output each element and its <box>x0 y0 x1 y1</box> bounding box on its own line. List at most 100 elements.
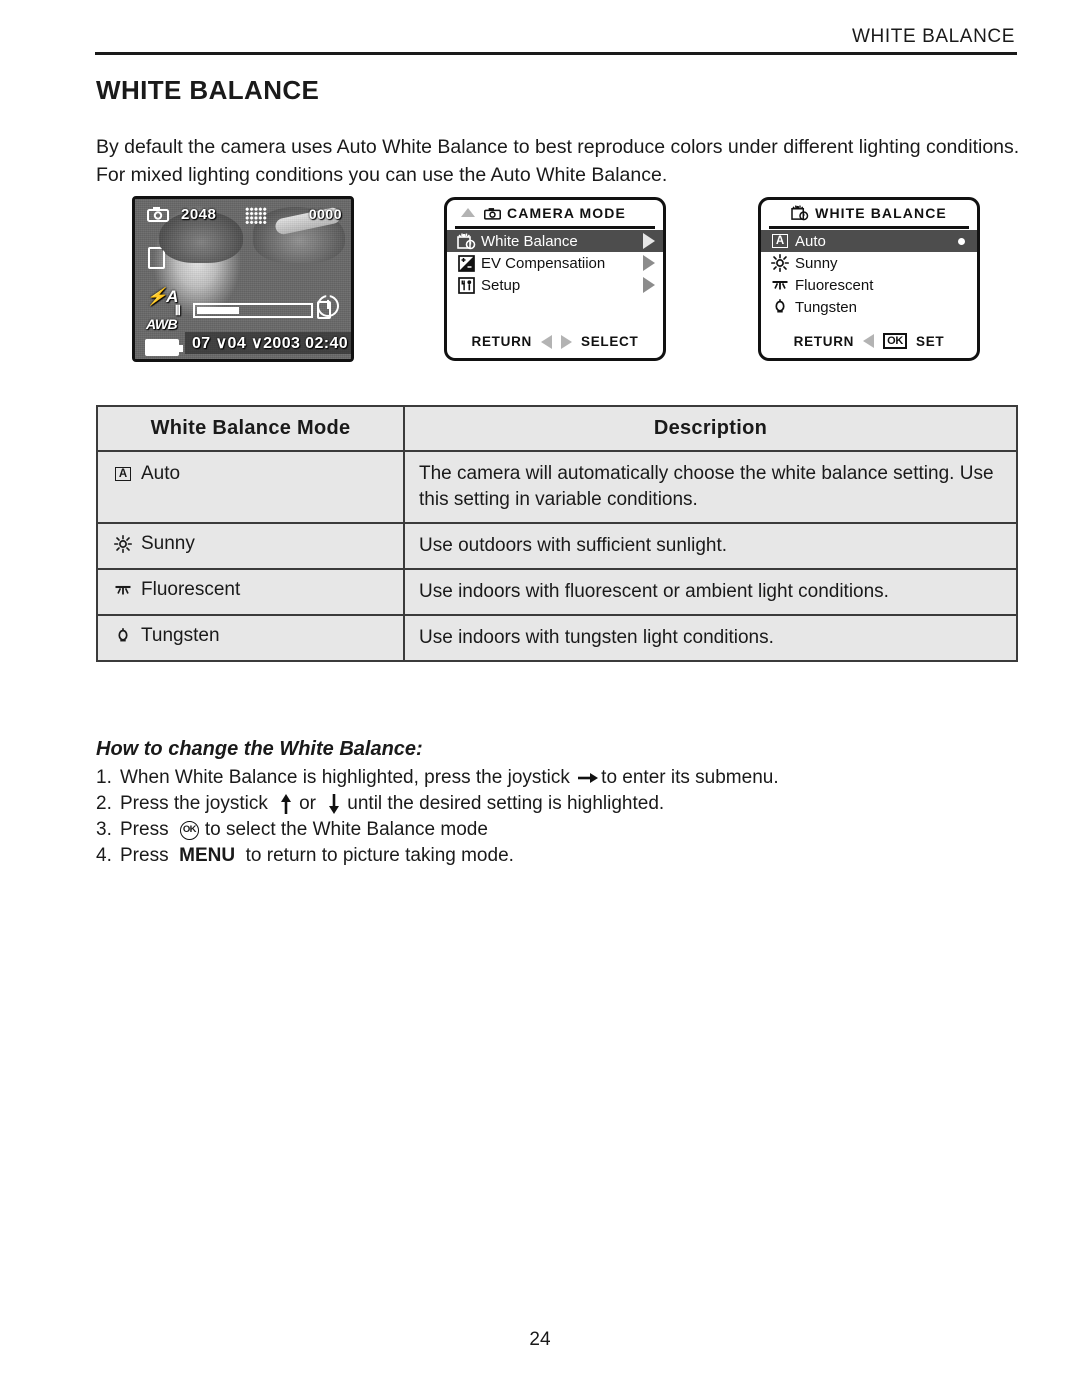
table-header-row: White Balance Mode Description <box>96 405 1018 452</box>
wb-menu-item-tungsten[interactable]: Tungsten <box>761 296 977 318</box>
white-balance-icon <box>791 205 809 221</box>
howto-step-3: 3. Press OK to select the White Balance … <box>96 817 1021 843</box>
step-text-after: to select the White Balance mode <box>204 819 494 840</box>
menu-item-label: White Balance <box>481 232 578 250</box>
camera-mode-menu-footer: RETURN SELECT <box>447 334 663 349</box>
step-text-before: Press <box>120 819 174 840</box>
return-label: RETURN <box>471 334 532 349</box>
ok-button-icon: OK <box>179 820 199 840</box>
menu-item-white-balance[interactable]: White Balance <box>447 230 663 252</box>
auto-a-icon: A <box>769 234 791 248</box>
preview-resolution: 2048 <box>181 206 217 223</box>
set-label: SET <box>916 333 945 349</box>
table-row: Sunny Use outdoors with sufficient sunli… <box>96 522 1018 570</box>
step-text-before: Press the joystick <box>120 793 274 814</box>
white-balance-menu-title: WHITE BALANCE <box>815 205 947 221</box>
ev-compensation-icon <box>455 254 477 272</box>
chevron-right-icon <box>643 277 655 293</box>
table-row: Fluorescent Use indoors with fluorescent… <box>96 568 1018 616</box>
table-cell-description: The camera will automatically choose the… <box>403 450 1018 524</box>
howto-step-2: 2. Press the joystick or until the desir… <box>96 791 1021 817</box>
table-cell-mode: Sunny <box>96 522 405 570</box>
menu-key-label: MENU <box>179 845 241 866</box>
table-header-mode: White Balance Mode <box>96 405 405 452</box>
menu-divider <box>455 226 655 229</box>
white-balance-menu-list: A Auto Sunny Fluorescent Tungsten <box>761 230 977 318</box>
table-cell-description: Use indoors with fluorescent or ambient … <box>403 568 1018 616</box>
menu-item-ev-compensation[interactable]: EV Compensatiion <box>447 252 663 274</box>
table-cell-mode: Tungsten <box>96 614 405 662</box>
flash-auto-icon: ⚡A <box>146 287 178 306</box>
arrow-left-icon <box>540 334 552 349</box>
arrow-up-icon <box>273 794 299 814</box>
page-number: 24 <box>529 1329 551 1350</box>
select-label: SELECT <box>580 334 639 349</box>
white-balance-menu-titlebar: WHITE BALANCE <box>761 200 977 226</box>
menu-divider <box>769 226 969 229</box>
zoom-wide-icon: ⦀ <box>175 303 181 318</box>
menu-item-label: EV Compensatiion <box>481 254 606 272</box>
arrow-right-icon <box>560 334 572 349</box>
menu-item-label: Setup <box>481 276 521 294</box>
camera-mode-menu-list: White Balance EV Compensatiion Setup <box>447 230 663 296</box>
chevron-up-icon <box>461 208 475 217</box>
sunny-icon <box>112 534 134 554</box>
wb-menu-item-auto[interactable]: A Auto <box>761 230 977 252</box>
table-row: Tungsten Use indoors with tungsten light… <box>96 614 1018 662</box>
return-label: RETURN <box>793 333 855 349</box>
ok-badge: OK <box>883 333 907 349</box>
menu-item-setup[interactable]: Setup <box>447 274 663 296</box>
howto-steps: 1. When White Balance is highlighted, pr… <box>96 765 1021 869</box>
zoom-bar <box>193 303 313 318</box>
camera-mode-menu-figure: CAMERA MODE White Balance EV Compensatii… <box>444 197 666 361</box>
setup-icon <box>455 276 477 294</box>
arrow-right-icon <box>575 768 601 788</box>
battery-icon <box>145 339 183 356</box>
tungsten-icon <box>769 298 791 316</box>
wb-menu-item-fluorescent[interactable]: Fluorescent <box>761 274 977 296</box>
lcd-preview-figure: 2048 0000 ⚡A AWB ⦀ 07 ∨04 ∨2003 02:40 <box>132 196 354 362</box>
table-cell-description: Use indoors with tungsten light conditio… <box>403 614 1018 662</box>
step-text-before: When White Balance is highlighted, press… <box>120 767 576 788</box>
mode-label: Fluorescent <box>141 579 241 600</box>
wb-menu-item-label: Auto <box>795 232 826 250</box>
preview-datetime: 07 ∨04 ∨2003 02:40 <box>185 332 351 354</box>
tungsten-icon <box>112 626 134 646</box>
page-header: WHITE BALANCE <box>95 26 1017 55</box>
header-rule <box>95 52 1017 55</box>
table-cell-description: Use outdoors with sufficient sunlight. <box>403 522 1018 570</box>
camera-mode-menu-title: CAMERA MODE <box>507 205 626 221</box>
step-text-after: to enter its submenu. <box>601 767 784 788</box>
auto-a-icon: A <box>112 464 134 484</box>
awb-indicator: AWB <box>146 316 178 332</box>
table-cell-mode: A Auto <box>96 450 405 524</box>
preview-frame-counter: 0000 <box>308 206 342 222</box>
howto-step-4: 4. Press MENU to return to picture takin… <box>96 843 1021 869</box>
preview-osd-overlay: 2048 0000 ⚡A AWB ⦀ 07 ∨04 ∨2003 02:40 <box>135 199 351 359</box>
memory-card-icon <box>148 247 165 269</box>
chevron-right-icon <box>643 255 655 271</box>
step-number: 4. <box>96 845 112 866</box>
white-balance-icon <box>455 233 477 250</box>
step-text-after: until the desired setting is highlighted… <box>347 793 670 814</box>
page-title: WHITE BALANCE <box>96 75 320 106</box>
fluorescent-icon <box>769 276 791 294</box>
intro-paragraph: By default the camera uses Auto White Ba… <box>96 135 1020 186</box>
white-balance-menu-figure: WHITE BALANCE A Auto Sunny Fluorescent T… <box>758 197 980 361</box>
sunny-icon <box>769 254 791 272</box>
selected-indicator-dot <box>958 237 965 245</box>
howto-step-1: 1. When White Balance is highlighted, pr… <box>96 765 1021 791</box>
wb-menu-item-sunny[interactable]: Sunny <box>761 252 977 274</box>
quality-grid-icon <box>245 207 267 224</box>
table-header-description: Description <box>403 405 1018 452</box>
step-number: 3. <box>96 819 112 840</box>
step-text-before: Press <box>120 845 174 866</box>
mode-label: Tungsten <box>141 625 220 646</box>
fluorescent-icon <box>112 580 134 600</box>
figure-row: 2048 0000 ⚡A AWB ⦀ 07 ∨04 ∨2003 02:40 CA… <box>96 196 1021 376</box>
wb-menu-item-label: Fluorescent <box>795 276 874 294</box>
camera-icon <box>147 207 169 222</box>
running-head: WHITE BALANCE <box>852 26 1015 47</box>
arrow-left-icon <box>863 334 875 348</box>
step-number: 1. <box>96 767 112 788</box>
